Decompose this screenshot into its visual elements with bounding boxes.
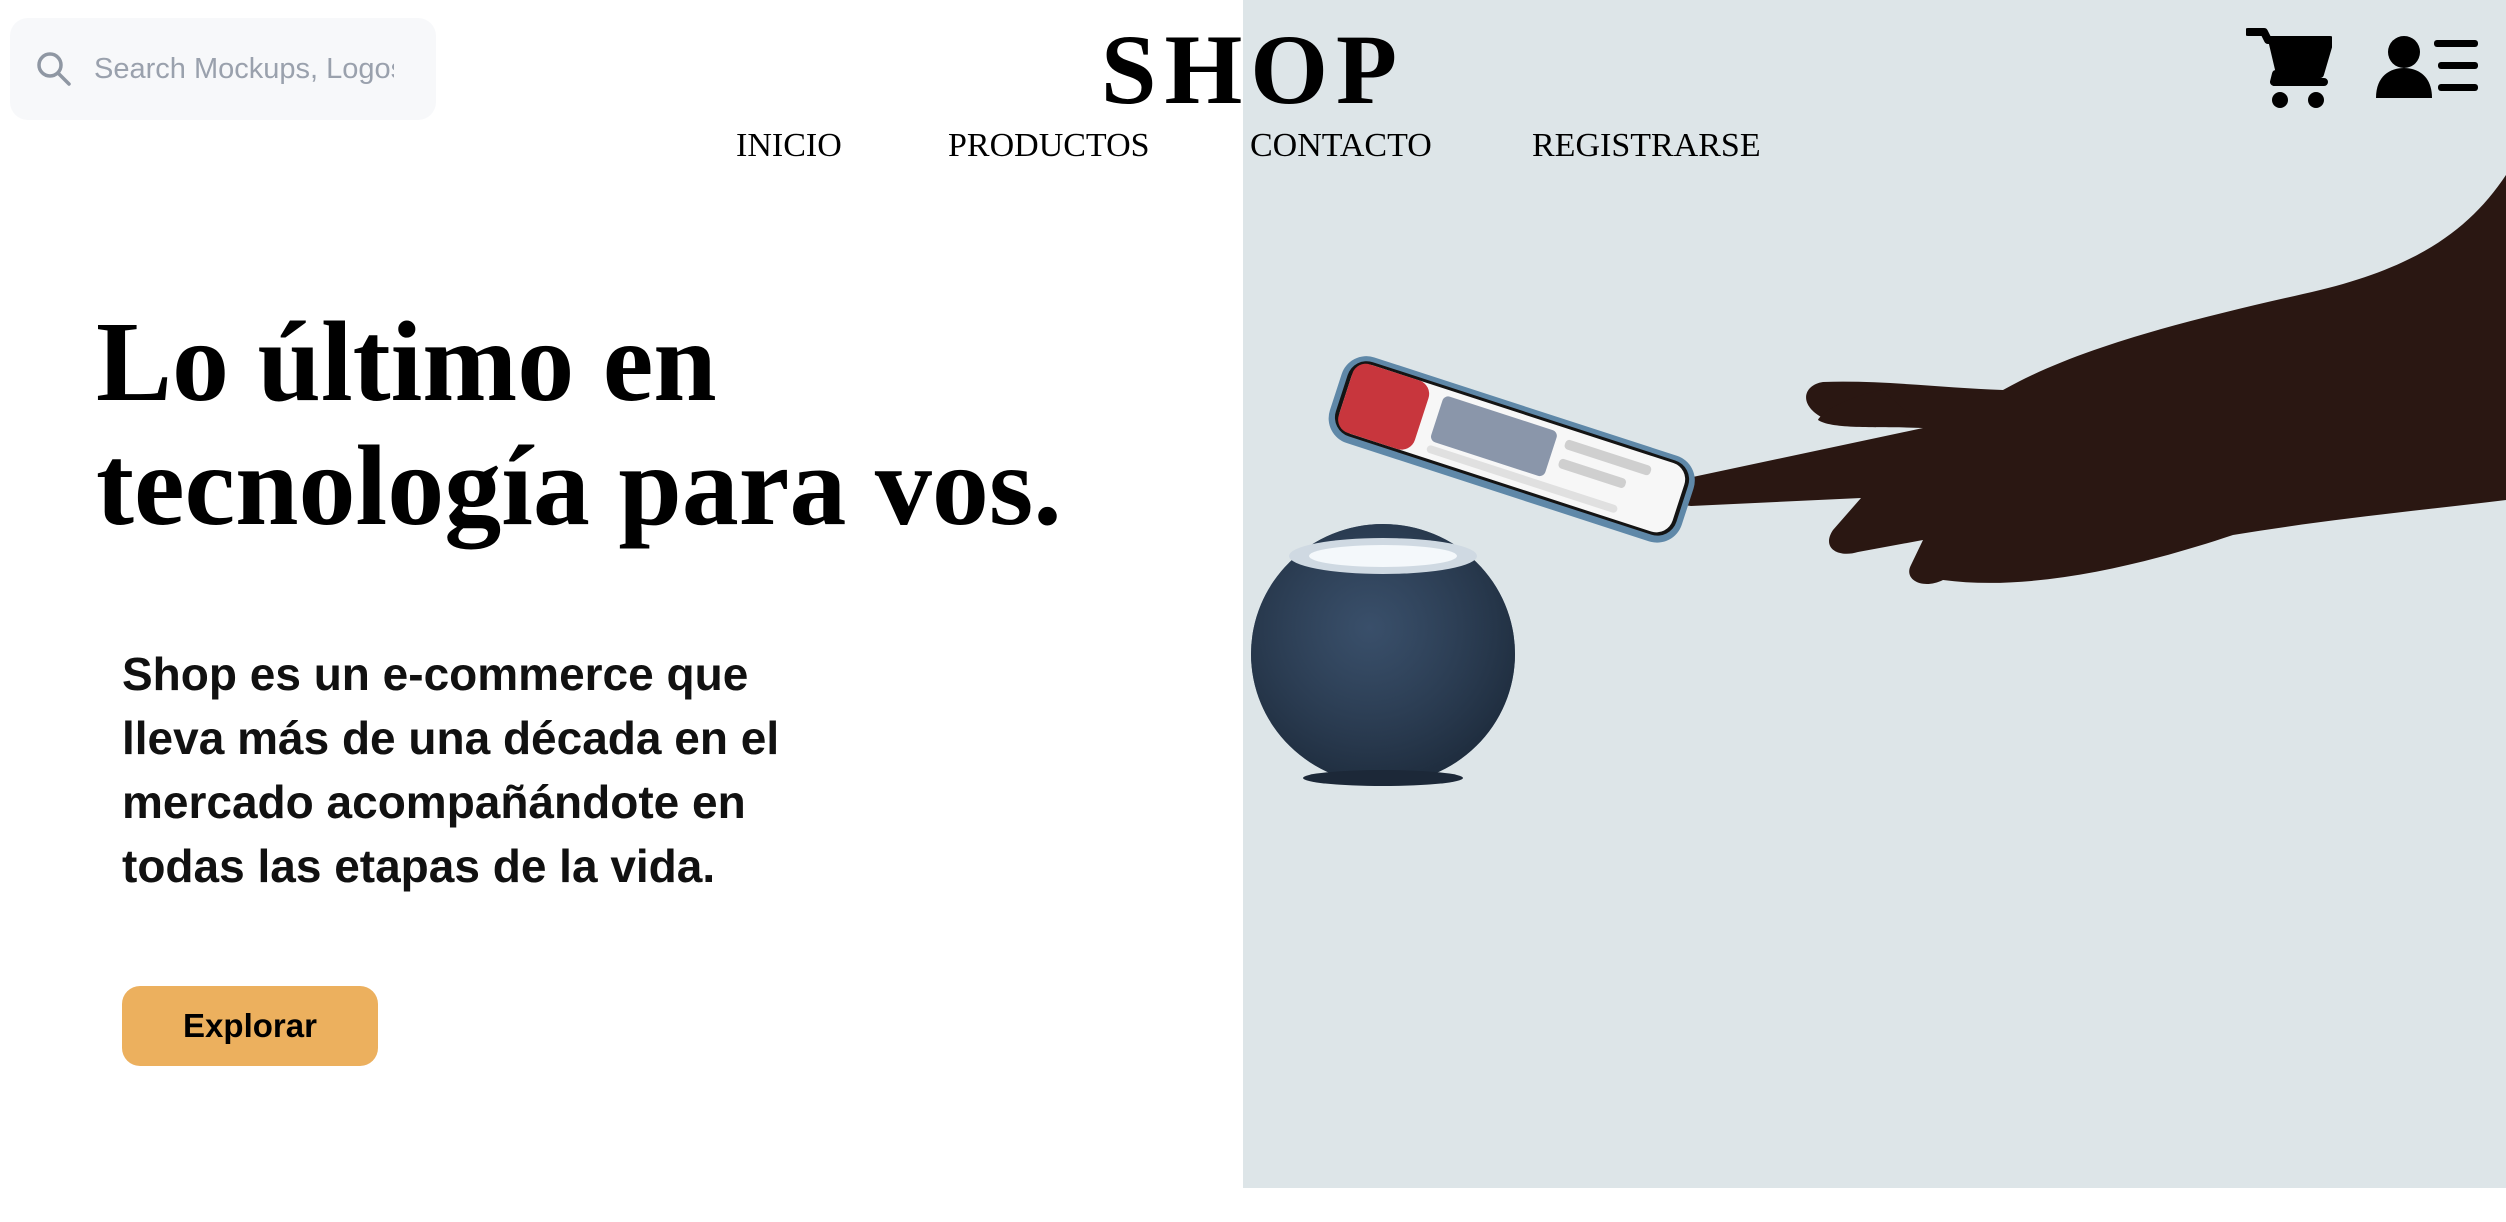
search-box[interactable] (10, 18, 436, 120)
hero-description: Shop es un e-commerce que lleva más de u… (122, 648, 780, 892)
hero-title-line-2: tecnología para vos. (96, 422, 1062, 549)
nav-item-contacto[interactable]: CONTACTO (1250, 122, 1432, 170)
hero-image-panel (1243, 0, 2506, 1188)
cart-icon[interactable] (2244, 26, 2334, 110)
nav-item-inicio[interactable]: INICIO (736, 122, 842, 170)
explorar-button[interactable]: Explorar (122, 986, 378, 1066)
hero-title-line-1: Lo último en (96, 298, 717, 425)
nav-item-registrarse[interactable]: REGISTRARSE (1532, 122, 1761, 170)
search-input[interactable] (94, 52, 394, 86)
main-nav: INICIO PRODUCTOS CONTACTO REGISTRARSE (0, 122, 2506, 172)
search-icon (28, 43, 80, 95)
hand-phone-speaker-illustration (1251, 175, 2506, 786)
user-menu-icon[interactable] (2376, 36, 2480, 98)
nav-item-productos[interactable]: PRODUCTOS (948, 122, 1150, 170)
hero-title: Lo último en tecnología para vos. (96, 300, 1236, 548)
